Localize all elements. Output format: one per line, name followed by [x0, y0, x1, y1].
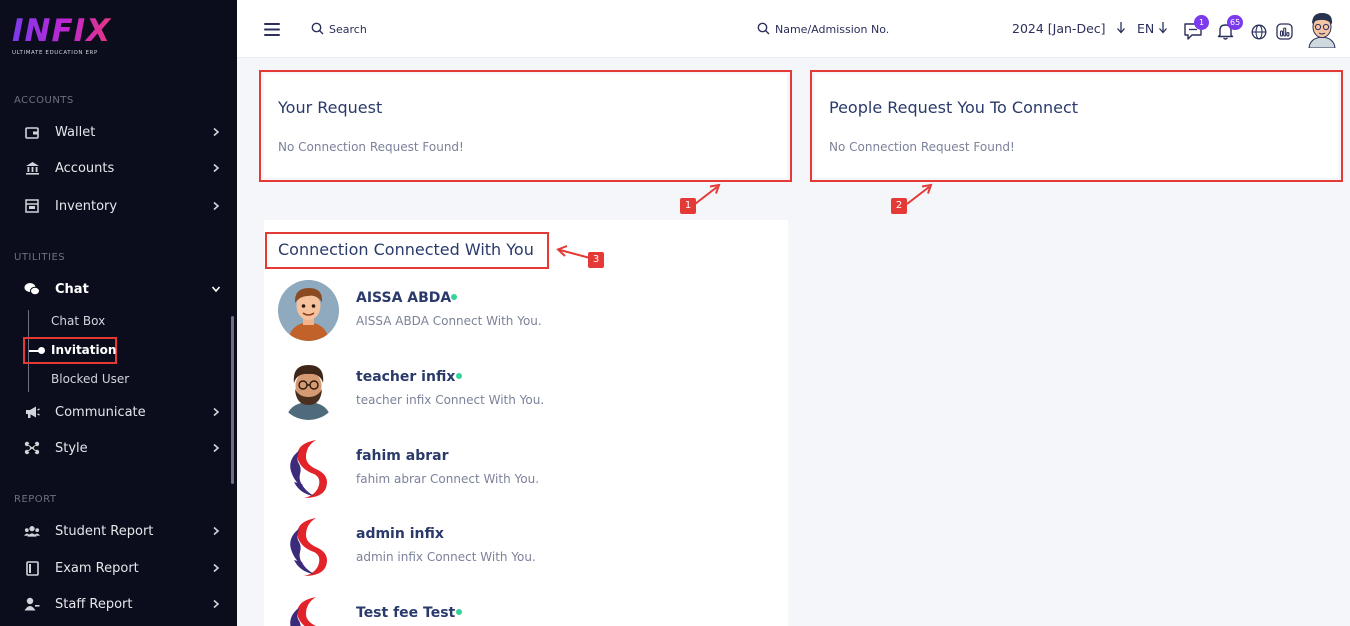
session-selector[interactable]: 2024 [Jan-Dec] [1012, 21, 1106, 36]
submenu-item-blocked-user[interactable]: Blocked User [51, 372, 129, 386]
section-title-report: REPORT [14, 494, 57, 505]
contact-name[interactable]: teacher infix [356, 369, 455, 385]
chevron-right-icon [213, 407, 220, 417]
annotation-arrow-2 [906, 183, 933, 205]
sidebar-item-inventory[interactable]: Inventory [0, 191, 237, 221]
language-selector[interactable]: EN [1137, 21, 1154, 36]
sidebar-item-label: Chat [55, 281, 89, 297]
contact-message: fahim abrar Connect With You. [356, 472, 540, 486]
sidebar-item-chat[interactable]: Chat [0, 274, 237, 304]
student-search-icon[interactable] [757, 22, 770, 35]
sidebar-item-wallet[interactable]: Wallet [0, 117, 237, 147]
annotation-arrow-3 [556, 245, 591, 259]
contact-name[interactable]: admin infix [356, 526, 444, 542]
chevron-right-icon [213, 201, 220, 211]
chevron-right-icon [213, 563, 220, 573]
chevron-right-icon [213, 599, 220, 609]
sidebar-item-label: Style [55, 440, 88, 456]
sidebar-item-communicate[interactable]: Communicate [0, 397, 237, 427]
bearded-man-avatar [278, 359, 339, 420]
search-input[interactable]: Search [329, 23, 367, 36]
chevron-right-icon [213, 163, 220, 173]
online-status-dot [456, 609, 462, 615]
cartoon-man-avatar [278, 280, 339, 341]
contact-name[interactable]: AISSA ABDA [356, 290, 451, 306]
chevron-right-icon [213, 127, 220, 137]
chevron-right-icon [213, 443, 220, 453]
online-status-dot [456, 373, 462, 379]
exam-icon [24, 560, 40, 576]
arrow-down-icon [1117, 22, 1125, 34]
notification-count-badge: 65 [1227, 15, 1244, 30]
user-avatar[interactable] [1307, 11, 1337, 48]
bank-icon [24, 160, 40, 176]
sidebar-item-accounts[interactable]: Accounts [0, 153, 237, 183]
contact-row[interactable]: teacher infix teacher infix Connect With… [264, 359, 784, 435]
sidebar-item-student-report[interactable]: Student Report [0, 516, 237, 546]
school-logo-avatar [278, 516, 339, 577]
sidebar-item-label: Wallet [55, 124, 96, 140]
contact-row[interactable]: AISSA ABDA AISSA ABDA Connect With You. [264, 280, 784, 356]
chat-icon [24, 281, 40, 297]
globe-icon[interactable] [1251, 24, 1267, 40]
megaphone-icon [24, 404, 40, 420]
contact-row[interactable]: Test fee Test [264, 595, 784, 626]
sidebar-item-label: Staff Report [55, 596, 133, 612]
sidebar: INFIX ULTIMATE EDUCATION ERP ACCOUNTS Wa… [0, 0, 237, 626]
contact-row[interactable]: fahim abrar fahim abrar Connect With You… [264, 438, 784, 514]
sidebar-item-label: Exam Report [55, 560, 139, 576]
school-logo-avatar [278, 438, 339, 499]
contact-name[interactable]: fahim abrar [356, 448, 449, 464]
annotation-badge-2: 2 [891, 198, 907, 214]
inventory-icon [24, 198, 40, 214]
search-icon[interactable] [311, 22, 324, 35]
highlight-box-3 [265, 232, 549, 269]
contact-message: teacher infix Connect With You. [356, 393, 545, 407]
style-icon [24, 440, 40, 456]
online-status-dot [451, 294, 457, 300]
sidebar-item-label: Communicate [55, 404, 146, 420]
top-header: Search Name/Admission No. 2024 [Jan-Dec]… [237, 0, 1350, 58]
sidebar-item-staff-report[interactable]: Staff Report [0, 589, 237, 619]
brand-name: INFIX [12, 14, 132, 48]
brand-logo[interactable]: INFIX ULTIMATE EDUCATION ERP [12, 14, 132, 64]
annotation-badge-3: 3 [588, 252, 604, 268]
chevron-right-icon [213, 526, 220, 536]
contact-message: AISSA ABDA Connect With You. [356, 314, 542, 328]
submenu-item-chat-box[interactable]: Chat Box [51, 314, 105, 328]
student-search-input[interactable]: Name/Admission No. [775, 23, 889, 36]
contact-row[interactable]: admin infix admin infix Connect With You… [264, 516, 784, 592]
chevron-down-icon [211, 286, 221, 293]
highlight-box-2 [810, 70, 1343, 182]
sidebar-item-exam-report[interactable]: Exam Report [0, 553, 237, 583]
active-indicator-dot [38, 347, 45, 354]
contact-message: admin infix Connect With You. [356, 550, 536, 564]
contact-name[interactable]: Test fee Test [356, 605, 455, 621]
school-logo-avatar [278, 595, 339, 626]
analytics-icon[interactable] [1276, 23, 1293, 40]
annotation-arrow-1 [694, 183, 721, 205]
section-title-accounts: ACCOUNTS [14, 95, 74, 106]
wallet-icon [24, 124, 40, 140]
section-title-utilities: UTILITIES [14, 252, 66, 263]
staff-icon [24, 596, 40, 612]
brand-tagline: ULTIMATE EDUCATION ERP [12, 50, 98, 56]
users-icon [24, 523, 40, 539]
message-count-badge: 1 [1194, 15, 1209, 30]
highlight-box-1 [259, 70, 792, 182]
sidebar-item-label: Inventory [55, 198, 118, 214]
sidebar-item-label: Student Report [55, 523, 154, 539]
hamburger-menu-icon[interactable] [264, 23, 280, 36]
submenu-item-invitation[interactable]: Invitation [51, 343, 116, 357]
sidebar-item-style[interactable]: Style [0, 433, 237, 463]
sidebar-item-label: Accounts [55, 160, 115, 176]
arrow-down-icon [1159, 22, 1167, 34]
annotation-badge-1: 1 [680, 198, 696, 214]
